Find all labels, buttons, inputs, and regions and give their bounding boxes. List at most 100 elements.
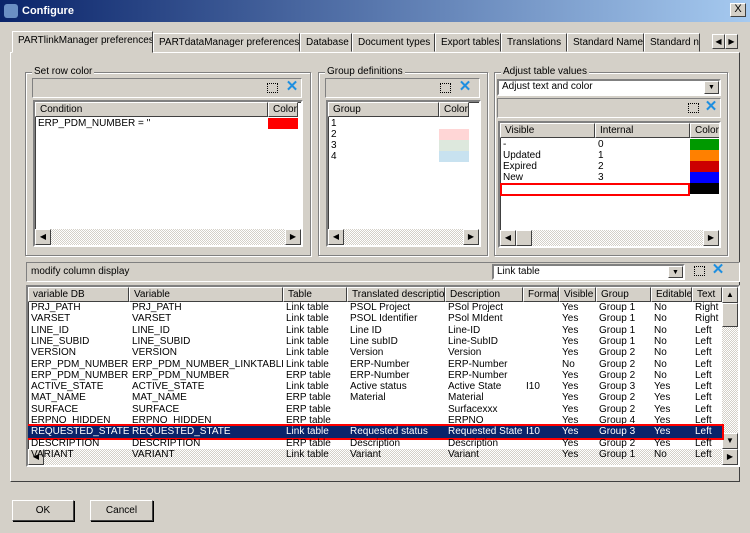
table-cell[interactable]: Group 1 (596, 336, 651, 347)
scroll-right-button[interactable]: ▶ (463, 229, 479, 245)
table-cell[interactable]: VARIANT (129, 449, 283, 460)
table-cell[interactable]: Left (692, 359, 722, 370)
scroll-right-button[interactable]: ▶ (722, 449, 738, 465)
column-header-translated-description[interactable]: Translated description (347, 287, 445, 302)
table-cell[interactable]: Yes (651, 404, 692, 415)
table-cell[interactable] (523, 438, 559, 449)
table-cell[interactable]: ERP_PDM_NUMBER (129, 370, 283, 381)
table-cell[interactable]: Left (692, 347, 722, 358)
table-row[interactable]: ERP_PDM_NUMBER ERP_PDM_NUMBER_LINKTABLE Li… (28, 359, 722, 370)
table-cell[interactable]: Description (347, 438, 445, 449)
tab-standard-n[interactable]: Standard n (644, 33, 700, 52)
visible-cell[interactable]: New (500, 172, 593, 183)
tab-scroll-left-button[interactable]: ◀ (712, 34, 725, 49)
row-color-list[interactable]: Condition Color ERP_PDM_NUMBER = '' ◀ ▶ (33, 100, 303, 247)
scroll-left-button[interactable]: ◀ (35, 229, 51, 245)
group-cell[interactable]: 3 (328, 140, 428, 151)
chevron-down-icon[interactable]: ▼ (704, 81, 719, 94)
table-cell[interactable]: No (651, 347, 692, 358)
table-cell[interactable] (523, 404, 559, 415)
scroll-thumb[interactable] (516, 230, 532, 246)
table-cell[interactable]: Group 2 (596, 392, 651, 403)
table-cell[interactable] (523, 449, 559, 460)
table-cell[interactable]: Yes (559, 313, 596, 324)
table-row[interactable]: MAT_NAME MAT_NAME ERP table Material Materia… (28, 392, 722, 403)
table-cell[interactable] (523, 392, 559, 403)
ok-button[interactable]: OK (12, 500, 74, 521)
table-cell[interactable]: No (651, 449, 692, 460)
table-cell[interactable] (523, 325, 559, 336)
groups-list[interactable]: Group Color ◀ ▶ 1234 (326, 100, 481, 247)
table-cell[interactable]: REQUESTED_STATE (129, 426, 283, 437)
adjust-values-list[interactable]: Visible Internal Color ◀ ▶ -0 Updated 1 Exp… (498, 121, 721, 248)
new-icon[interactable] (688, 103, 699, 113)
table-cell[interactable]: Right (692, 313, 722, 324)
column-header-condition[interactable]: Condition (35, 102, 268, 117)
table-cell[interactable]: Yes (651, 415, 692, 426)
table-cell[interactable]: Material (347, 392, 445, 403)
table-cell[interactable]: DESCRIPTION (129, 438, 283, 449)
table-cell[interactable]: Group 3 (596, 426, 651, 437)
table-cell[interactable]: Requested status (347, 426, 445, 437)
table-cell[interactable]: Link table (283, 302, 347, 313)
tab-database[interactable]: Database (300, 33, 352, 52)
table-cell[interactable]: Link table (283, 347, 347, 358)
table-cell[interactable]: Group 2 (596, 347, 651, 358)
column-header-group[interactable]: Group (328, 102, 439, 117)
color-swatch[interactable] (690, 161, 719, 172)
column-header-color[interactable]: Color (268, 102, 298, 117)
table-cell[interactable]: MAT_NAME (28, 392, 129, 403)
color-swatch[interactable] (439, 140, 469, 151)
column-header-text[interactable]: Text (692, 287, 722, 302)
column-header-format[interactable]: Format (523, 287, 559, 302)
scroll-thumb[interactable] (722, 303, 738, 327)
internal-cell[interactable]: 3 (595, 172, 688, 183)
horizontal-scrollbar[interactable]: ◀ ▶ (328, 229, 479, 245)
horizontal-scrollbar[interactable]: ◀ ▶ (500, 230, 719, 246)
table-row[interactable]: VERSION VERSION Link table Version Version Ye… (28, 347, 722, 358)
table-cell[interactable]: Left (692, 392, 722, 403)
table-cell[interactable]: Left (692, 404, 722, 415)
table-cell[interactable]: Left (692, 370, 722, 381)
table-cell[interactable]: PSol Project (445, 302, 523, 313)
table-cell[interactable]: ERP table (283, 370, 347, 381)
scroll-up-button[interactable]: ▲ (722, 287, 738, 303)
tab-document-types[interactable]: Document types (352, 33, 435, 52)
table-row[interactable]: PRJ_PATH PRJ_PATH Link table PSOL Project PS… (28, 302, 722, 313)
column-header-color[interactable]: Color (439, 102, 469, 117)
table-cell[interactable]: ERP-Number (445, 370, 523, 381)
table-cell[interactable]: ERP-Number (347, 370, 445, 381)
delete-icon[interactable]: ✕ (458, 79, 472, 94)
table-cell[interactable]: No (651, 336, 692, 347)
table-cell[interactable]: Link table (283, 426, 347, 437)
column-header-visible[interactable]: Visible (559, 287, 596, 302)
table-row[interactable]: SURFACE SURFACE ERP table Surfacexxx Yes Grou… (28, 404, 722, 415)
group-cell[interactable]: 1 (328, 118, 428, 129)
tab-partlinkmanager-preferences[interactable]: PARTlinkManager preferences (12, 31, 153, 53)
table-cell[interactable]: Group 3 (596, 381, 651, 392)
horizontal-scrollbar[interactable]: ◀ ▶ (35, 229, 301, 245)
table-cell[interactable]: ERP table (283, 415, 347, 426)
table-cell[interactable]: Link table (283, 449, 347, 460)
table-cell[interactable]: ERP table (283, 392, 347, 403)
color-swatch[interactable] (268, 118, 298, 129)
table-select[interactable]: Link table ▼ (492, 264, 685, 280)
visible-cell[interactable]: - (500, 139, 593, 150)
chevron-down-icon[interactable]: ▼ (668, 266, 683, 278)
internal-cell[interactable]: 2 (595, 161, 688, 172)
table-cell[interactable]: VARIANT (28, 449, 129, 460)
table-cell[interactable]: Yes (651, 381, 692, 392)
table-cell[interactable]: Yes (559, 426, 596, 437)
table-cell[interactable]: Left (692, 449, 722, 460)
column-header-color[interactable]: Color (690, 123, 719, 138)
table-cell[interactable]: LINE_ID (129, 325, 283, 336)
table-cell[interactable]: I10 (523, 426, 559, 437)
table-cell[interactable]: PSol MIdent (445, 313, 523, 324)
delete-icon[interactable]: ✕ (711, 262, 725, 277)
table-cell[interactable]: Line-ID (445, 325, 523, 336)
table-cell[interactable]: Group 1 (596, 313, 651, 324)
table-cell[interactable] (523, 336, 559, 347)
color-swatch[interactable] (690, 139, 719, 150)
table-row[interactable]: VARIANT VARIANT Link table Variant Variant Ye… (28, 449, 722, 460)
table-cell[interactable]: Link table (283, 381, 347, 392)
